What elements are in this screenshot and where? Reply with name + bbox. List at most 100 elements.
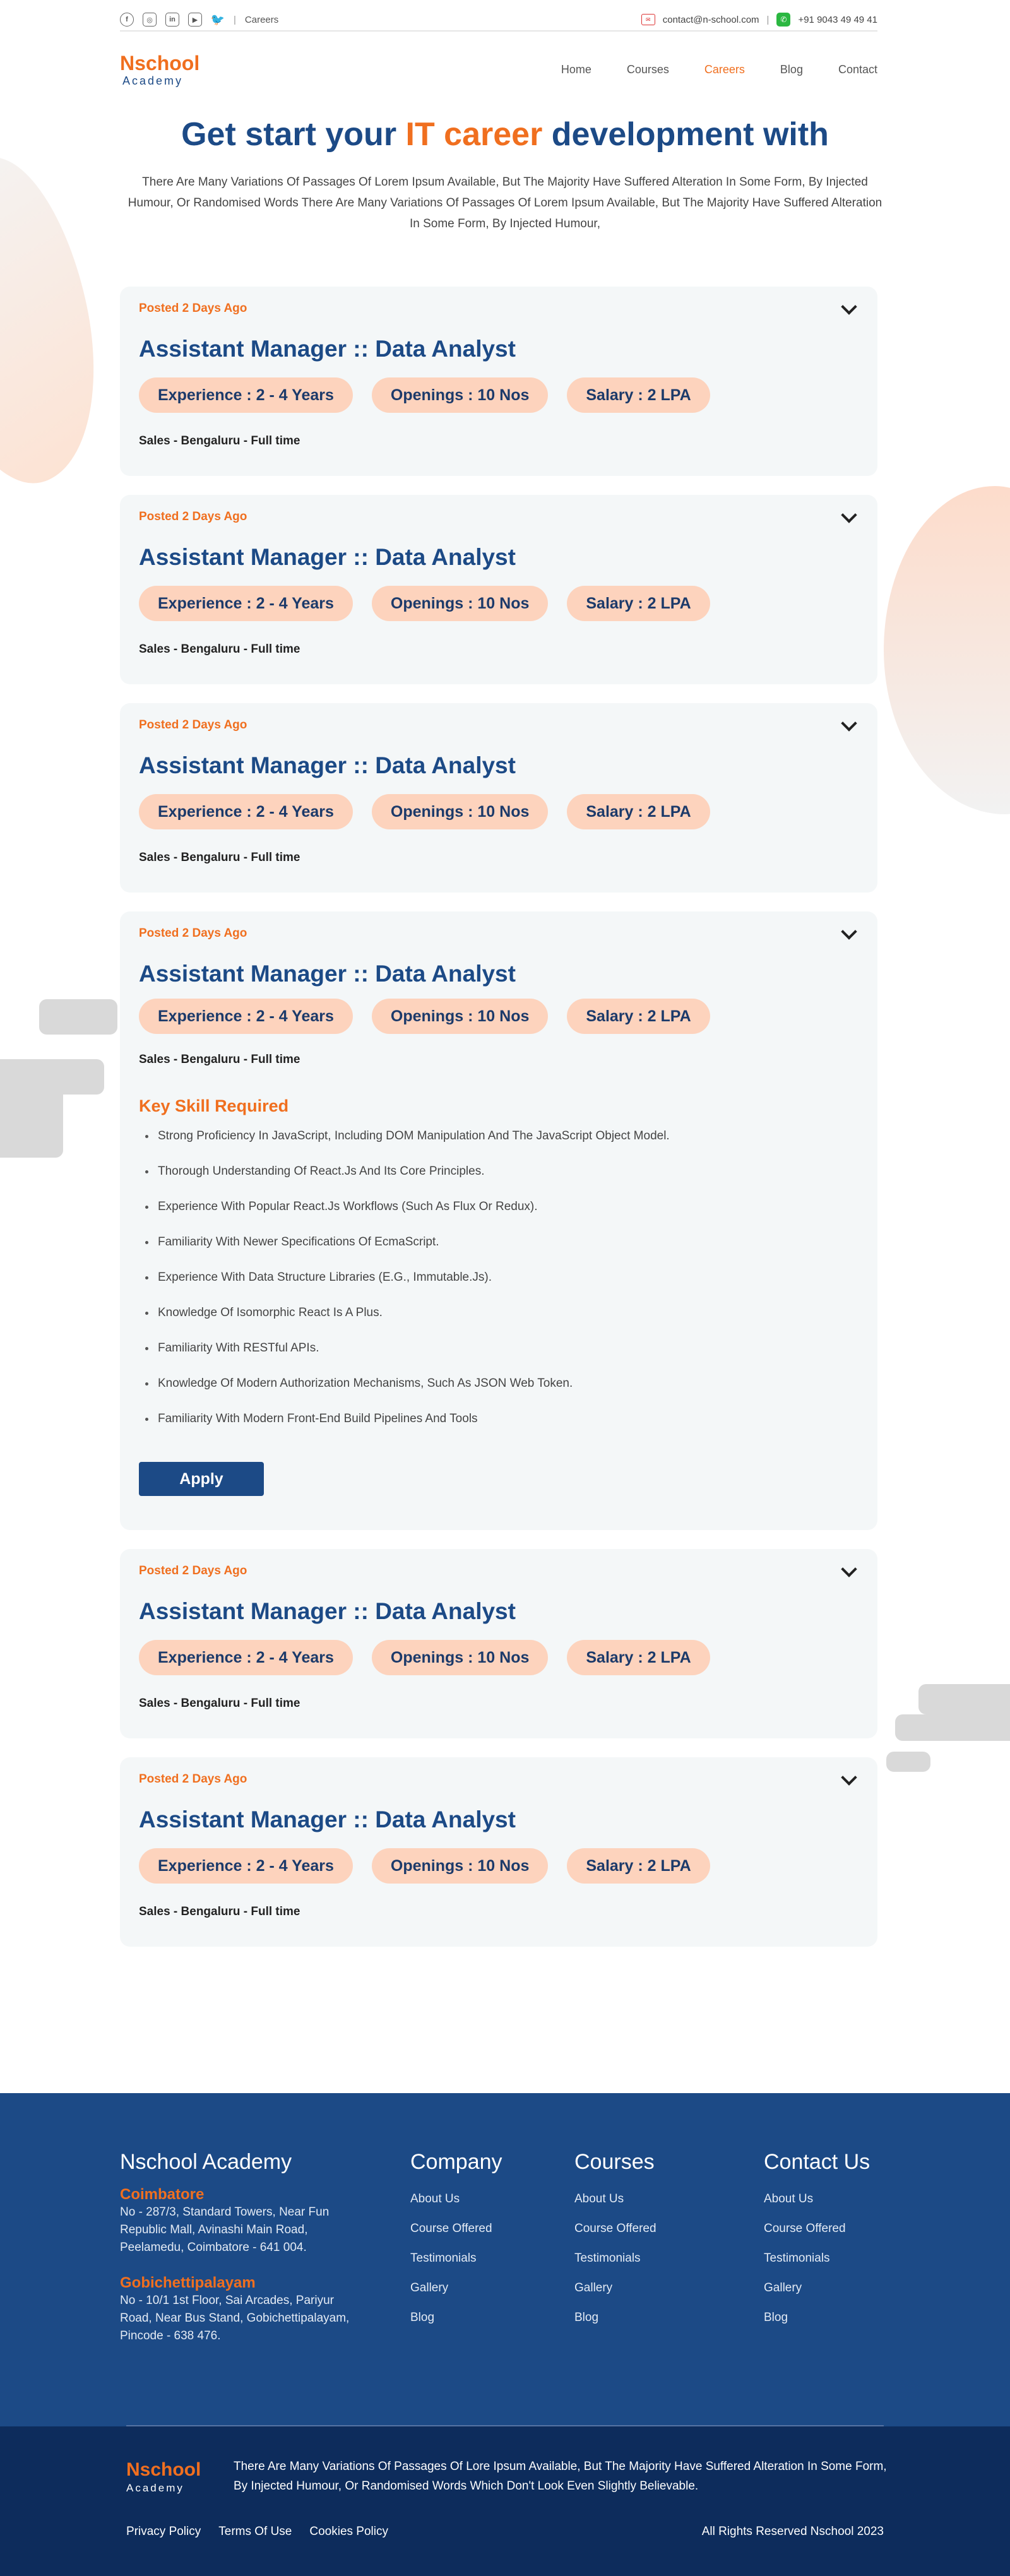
instagram-icon[interactable]: ◎: [143, 13, 157, 27]
skill-item: Knowledge Of Isomorphic React Is A Plus.: [139, 1306, 670, 1341]
footer-academy-title: Nschool Academy: [120, 2150, 292, 2174]
footer-policy-links: Privacy Policy Terms Of Use Cookies Poli…: [126, 2525, 388, 2539]
footer-academy-column: Nschool Academy Coimbatore No - 287/3, S…: [120, 2150, 372, 2345]
decorative-cloud-left: [0, 1086, 63, 1158]
footer-link[interactable]: Testimonials: [764, 2252, 870, 2281]
job-posted-date: Posted 2 Days Ago: [139, 1564, 247, 1577]
separator: |: [234, 14, 236, 25]
skill-item: Experience With Data Structure Libraries…: [139, 1271, 670, 1306]
nav-blog[interactable]: Blog: [780, 63, 803, 76]
footer-link[interactable]: About Us: [410, 2192, 502, 2222]
chevron-down-icon[interactable]: [838, 507, 860, 529]
skill-item: Experience With Popular React.Js Workflo…: [139, 1200, 670, 1235]
experience-badge: Experience : 2 - 4 Years: [139, 1848, 353, 1884]
cookies-policy-link[interactable]: Cookies Policy: [309, 2525, 388, 2539]
footer-link[interactable]: Testimonials: [410, 2252, 502, 2281]
openings-badge: Openings : 10 Nos: [371, 377, 549, 413]
decorative-blob-right: [884, 486, 1010, 814]
decorative-blob-left: [0, 144, 121, 500]
linkedin-icon[interactable]: in: [165, 13, 179, 27]
footer-link[interactable]: About Us: [764, 2192, 870, 2222]
footer-link[interactable]: About Us: [574, 2192, 656, 2222]
salary-badge: Salary : 2 LPA: [567, 377, 710, 413]
footer-link[interactable]: Gallery: [574, 2281, 656, 2311]
hero-description: There Are Many Variations Of Passages Of…: [128, 175, 882, 230]
decorative-cloud-right: [886, 1752, 930, 1772]
footer-city: Coimbatore: [120, 2186, 205, 2203]
footer-link[interactable]: Blog: [410, 2311, 502, 2341]
footer-logo[interactable]: Nschool Academy: [126, 2460, 201, 2495]
salary-badge: Salary : 2 LPA: [567, 794, 710, 829]
footer-description: There Are Many Variations Of Passages Of…: [234, 2460, 887, 2493]
job-posted-date: Posted 2 Days Ago: [139, 510, 247, 523]
footer-link[interactable]: Course Offered: [410, 2222, 502, 2252]
job-card-expanded[interactable]: Posted 2 Days Ago Assistant Manager :: D…: [120, 911, 877, 1530]
job-card[interactable]: Posted 2 Days Ago Assistant Manager :: D…: [120, 495, 877, 684]
logo[interactable]: Nschool Academy: [120, 53, 199, 86]
nav-courses[interactable]: Courses: [627, 63, 669, 76]
mail-icon: ✉: [641, 14, 655, 25]
facebook-icon[interactable]: f: [120, 13, 134, 27]
job-tags: Experience : 2 - 4 Years Openings : 10 N…: [139, 1640, 710, 1675]
title-part2: development with: [542, 116, 829, 153]
youtube-icon[interactable]: ▶: [188, 13, 202, 27]
job-location: Sales - Bengaluru - Full time: [139, 434, 300, 448]
chevron-down-icon[interactable]: [838, 715, 860, 737]
chevron-down-icon[interactable]: [838, 1561, 860, 1583]
contact-email[interactable]: contact@n-school.com: [663, 15, 759, 25]
footer-link[interactable]: Course Offered: [574, 2222, 656, 2252]
job-location: Sales - Bengaluru - Full time: [139, 643, 300, 656]
openings-badge: Openings : 10 Nos: [371, 999, 549, 1034]
experience-badge: Experience : 2 - 4 Years: [139, 999, 353, 1034]
job-tags: Experience : 2 - 4 Years Openings : 10 N…: [139, 999, 710, 1034]
salary-badge: Salary : 2 LPA: [567, 586, 710, 621]
footer-courses-column: Courses About Us Course Offered Testimon…: [574, 2150, 656, 2341]
footer-link[interactable]: Blog: [764, 2311, 870, 2341]
job-tags: Experience : 2 - 4 Years Openings : 10 N…: [139, 794, 710, 829]
footer-link[interactable]: Gallery: [764, 2281, 870, 2311]
nav-contact[interactable]: Contact: [838, 63, 877, 76]
twitter-icon[interactable]: 🐦: [211, 13, 225, 27]
job-title: Assistant Manager :: Data Analyst: [139, 961, 516, 987]
footer-address: No - 10/1 1st Floor, Sai Arcades, Pariyu…: [120, 2294, 350, 2342]
footer-contact-title: Contact Us: [764, 2150, 870, 2174]
salary-badge: Salary : 2 LPA: [567, 1848, 710, 1884]
job-card[interactable]: Posted 2 Days Ago Assistant Manager :: D…: [120, 1757, 877, 1947]
footer-company-column: Company About Us Course Offered Testimon…: [410, 2150, 502, 2341]
title-accent: IT career: [405, 116, 543, 153]
contact-phone[interactable]: +91 9043 49 49 41: [798, 15, 877, 25]
chevron-down-icon[interactable]: [838, 923, 860, 946]
footer-link[interactable]: Testimonials: [574, 2252, 656, 2281]
openings-badge: Openings : 10 Nos: [371, 1640, 549, 1675]
skills-list: Strong Proficiency In JavaScript, Includ…: [139, 1129, 670, 1447]
terms-of-use-link[interactable]: Terms Of Use: [218, 2525, 292, 2539]
separator: |: [766, 14, 769, 25]
footer-courses-title: Courses: [574, 2150, 655, 2174]
skill-item: Knowledge Of Modern Authorization Mechan…: [139, 1377, 670, 1412]
footer-link[interactable]: Course Offered: [764, 2222, 870, 2252]
skills-heading: Key Skill Required: [139, 1096, 289, 1115]
chevron-down-icon[interactable]: [838, 1769, 860, 1791]
job-location: Sales - Bengaluru - Full time: [139, 1053, 300, 1066]
job-card[interactable]: Posted 2 Days Ago Assistant Manager :: D…: [120, 1549, 877, 1738]
privacy-policy-link[interactable]: Privacy Policy: [126, 2525, 201, 2539]
footer-link[interactable]: Blog: [574, 2311, 656, 2341]
whatsapp-icon: ✆: [776, 13, 791, 27]
nav-home[interactable]: Home: [561, 63, 591, 76]
experience-badge: Experience : 2 - 4 Years: [139, 1640, 353, 1675]
chevron-down-icon[interactable]: [838, 299, 860, 321]
apply-button[interactable]: Apply: [139, 1462, 264, 1496]
footer-link[interactable]: Gallery: [410, 2281, 502, 2311]
job-card[interactable]: Posted 2 Days Ago Assistant Manager :: D…: [120, 287, 877, 476]
nav-careers[interactable]: Careers: [704, 63, 745, 76]
title-part1: Get start your: [181, 116, 406, 153]
decorative-cloud-right: [895, 1714, 1010, 1741]
job-tags: Experience : 2 - 4 Years Openings : 10 N…: [139, 377, 710, 413]
salary-badge: Salary : 2 LPA: [567, 999, 710, 1034]
footer-logo-main: Nschool: [126, 2459, 201, 2480]
logo-main-text: Nschool: [120, 51, 200, 74]
breadcrumb[interactable]: Careers: [245, 15, 278, 25]
experience-badge: Experience : 2 - 4 Years: [139, 377, 353, 413]
job-card[interactable]: Posted 2 Days Ago Assistant Manager :: D…: [120, 703, 877, 893]
footer-contact-column: Contact Us About Us Course Offered Testi…: [764, 2150, 870, 2341]
